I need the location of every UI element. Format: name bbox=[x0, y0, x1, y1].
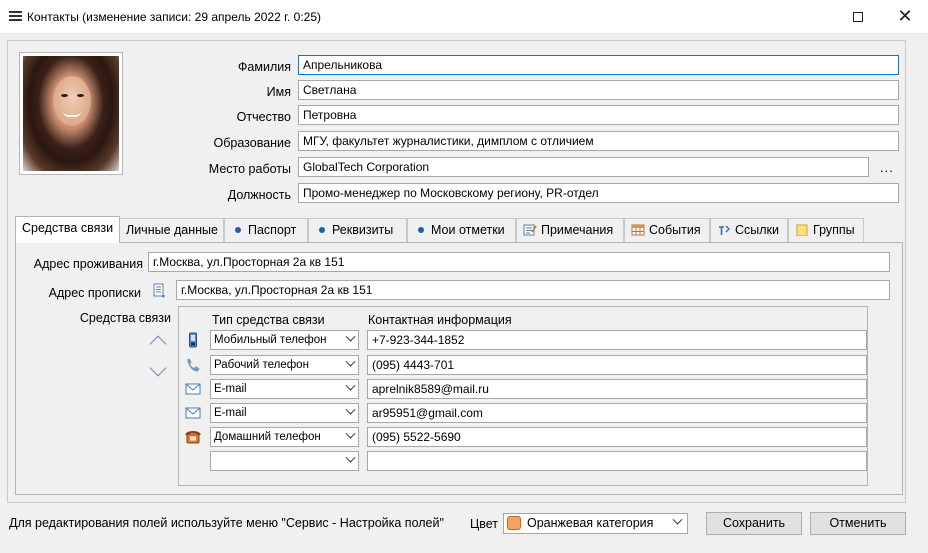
education-field[interactable]: МГУ, факультет журналистики, димплом с о… bbox=[298, 131, 899, 151]
contact-info-field[interactable]: +7-923-344-1852 bbox=[367, 330, 867, 350]
folder-icon bbox=[796, 224, 808, 236]
type-select[interactable] bbox=[210, 451, 359, 471]
bullet-icon bbox=[235, 227, 241, 234]
chevron-down-icon bbox=[345, 428, 356, 439]
cancel-button[interactable]: Отменить bbox=[810, 512, 906, 535]
color-swatch bbox=[507, 516, 521, 530]
tab-label: Паспорт bbox=[248, 223, 297, 237]
note-icon bbox=[523, 224, 537, 236]
tab-groups[interactable]: Группы bbox=[788, 218, 864, 242]
chevron-down-icon bbox=[672, 514, 683, 525]
bullet-icon bbox=[319, 227, 325, 234]
label-firstname: Имя bbox=[266, 85, 291, 99]
home-phone-icon bbox=[185, 431, 201, 444]
chevron-down-icon bbox=[345, 380, 356, 391]
title-bar: Контакты (изменение записи: 29 апрель 20… bbox=[0, 0, 928, 34]
photo-face bbox=[53, 76, 91, 126]
copy-address-icon[interactable] bbox=[152, 283, 168, 299]
chevron-down-icon bbox=[345, 404, 356, 415]
contact-info-field[interactable]: aprelnik8589@mail.ru bbox=[367, 379, 867, 399]
color-select-value: Оранжевая категория bbox=[527, 516, 654, 530]
contact-info-field[interactable]: (095) 4443-701 bbox=[367, 355, 867, 375]
footer-hint: Для редактирования полей используйте мен… bbox=[9, 516, 444, 530]
bullet-icon bbox=[418, 227, 424, 234]
contact-info-field[interactable] bbox=[367, 451, 867, 471]
tab-label: Средства связи bbox=[22, 221, 114, 235]
label-means: Средства связи bbox=[79, 311, 171, 325]
tab-label: События bbox=[649, 223, 701, 237]
type-select[interactable]: Домашний телефон bbox=[210, 427, 359, 447]
tab-label: Личные данные bbox=[126, 223, 218, 237]
type-select-value: Домашний телефон bbox=[214, 431, 321, 443]
tab-label: Группы bbox=[813, 223, 855, 237]
patronymic-field[interactable]: Петровна bbox=[298, 105, 899, 125]
firstname-field[interactable]: Светлана bbox=[298, 80, 899, 100]
address-reg-field[interactable]: г.Москва, ул.Просторная 2а кв 151 bbox=[176, 280, 890, 300]
type-select-value: E-mail bbox=[214, 407, 247, 419]
label-position: Должность bbox=[227, 188, 291, 202]
tab-events[interactable]: События bbox=[624, 218, 710, 242]
maximize-button[interactable] bbox=[835, 0, 881, 33]
color-label: Цвет bbox=[470, 517, 499, 531]
type-select-value: Рабочий телефон bbox=[214, 359, 309, 371]
email-icon bbox=[185, 383, 201, 395]
type-select[interactable]: Рабочий телефон bbox=[210, 355, 359, 375]
tab-label: Мои отметки bbox=[431, 223, 505, 237]
work-phone-icon bbox=[187, 358, 200, 372]
hamburger-menu-icon[interactable] bbox=[9, 11, 22, 21]
close-button[interactable]: ✕ bbox=[882, 0, 928, 33]
contact-info-field[interactable]: (095) 5522-5690 bbox=[367, 427, 867, 447]
mobile-phone-icon bbox=[189, 332, 197, 348]
maximize-icon bbox=[853, 11, 863, 22]
link-icon bbox=[719, 225, 730, 235]
type-select[interactable]: Мобильный телефон bbox=[210, 330, 359, 350]
tab-personal[interactable]: Личные данные bbox=[119, 218, 224, 242]
chevron-down-icon bbox=[345, 331, 356, 342]
tab-notes[interactable]: Примечания bbox=[516, 218, 624, 242]
type-select-value: E-mail bbox=[214, 383, 247, 395]
save-button[interactable]: Сохранить bbox=[706, 512, 802, 535]
contact-info-field[interactable]: ar95951@gmail.com bbox=[367, 403, 867, 423]
tab-my-marks[interactable]: Мои отметки bbox=[407, 218, 516, 242]
position-field[interactable]: Промо-менеджер по Московскому региону, P… bbox=[298, 183, 899, 203]
workplace-field[interactable]: GlobalTech Corporation bbox=[298, 157, 869, 177]
color-select[interactable]: Оранжевая категория bbox=[503, 513, 688, 534]
label-education: Образование bbox=[213, 136, 291, 150]
window-title: Контакты (изменение записи: 29 апрель 20… bbox=[27, 10, 322, 24]
type-select-value: Мобильный телефон bbox=[214, 334, 327, 346]
label-workplace: Место работы bbox=[208, 162, 291, 176]
tab-passport[interactable]: Паспорт bbox=[224, 218, 308, 242]
tab-label: Реквизиты bbox=[332, 223, 394, 237]
lastname-field[interactable]: Апрельникова bbox=[298, 55, 899, 75]
label-patronymic: Отчество bbox=[236, 110, 291, 124]
photo-eye-right bbox=[77, 94, 84, 97]
tab-links[interactable]: Ссылки bbox=[710, 218, 788, 242]
chevron-down-icon bbox=[345, 452, 356, 463]
tab-communication[interactable]: Средства связи bbox=[15, 216, 120, 243]
label-lastname: Фамилия bbox=[237, 60, 291, 74]
label-address-live: Адрес проживания bbox=[33, 257, 143, 271]
chevron-down-icon bbox=[345, 356, 356, 367]
workplace-more-button[interactable]: ... bbox=[880, 160, 894, 175]
calendar-icon bbox=[631, 224, 645, 236]
photo-eye-left bbox=[61, 94, 68, 97]
address-live-field[interactable]: г.Москва, ул.Просторная 2а кв 151 bbox=[148, 252, 890, 272]
column-header-type: Тип средства связи bbox=[212, 313, 325, 327]
column-header-info: Контактная информация bbox=[368, 313, 512, 327]
tab-label: Ссылки bbox=[735, 223, 780, 237]
type-select[interactable]: E-mail bbox=[210, 403, 359, 423]
label-address-reg: Адрес прописки bbox=[48, 286, 141, 300]
tab-requisites[interactable]: Реквизиты bbox=[308, 218, 407, 242]
email-icon bbox=[185, 407, 201, 419]
tab-label: Примечания bbox=[541, 223, 614, 237]
type-select[interactable]: E-mail bbox=[210, 379, 359, 399]
